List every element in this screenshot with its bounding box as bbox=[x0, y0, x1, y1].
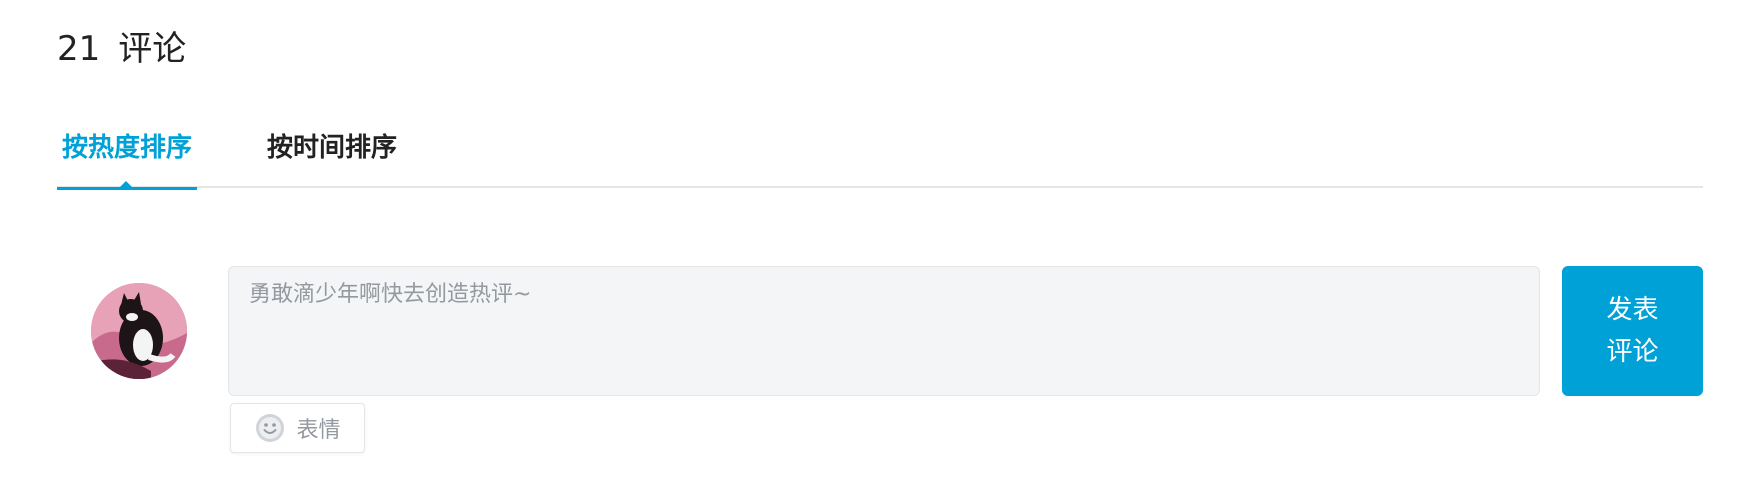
emoji-button[interactable]: 表情 bbox=[230, 403, 365, 453]
submit-comment-button[interactable]: 发表评论 bbox=[1562, 266, 1703, 396]
submit-comment-label: 发表评论 bbox=[1606, 295, 1659, 367]
comment-input[interactable] bbox=[228, 266, 1540, 396]
comment-count: 21 bbox=[57, 29, 101, 69]
sort-tabs: 按热度排序 按时间排序 bbox=[57, 124, 1703, 190]
cat-avatar-icon bbox=[91, 283, 187, 379]
smiley-icon bbox=[256, 414, 285, 442]
comment-section: 21 评论 按热度排序 按时间排序 发表评论 bbox=[0, 0, 1758, 484]
tab-label: 按时间排序 bbox=[266, 133, 397, 163]
tab-sort-by-time[interactable]: 按时间排序 bbox=[262, 124, 402, 188]
tab-sort-by-hot[interactable]: 按热度排序 bbox=[57, 124, 197, 190]
active-tab-underline bbox=[57, 187, 197, 190]
comment-title: 评论 bbox=[118, 29, 187, 69]
emoji-label: 表情 bbox=[296, 418, 341, 443]
active-tab-caret-icon bbox=[120, 181, 132, 187]
comment-header: 21 评论 bbox=[57, 28, 186, 70]
tab-label: 按热度排序 bbox=[61, 133, 192, 163]
avatar[interactable] bbox=[91, 283, 187, 379]
